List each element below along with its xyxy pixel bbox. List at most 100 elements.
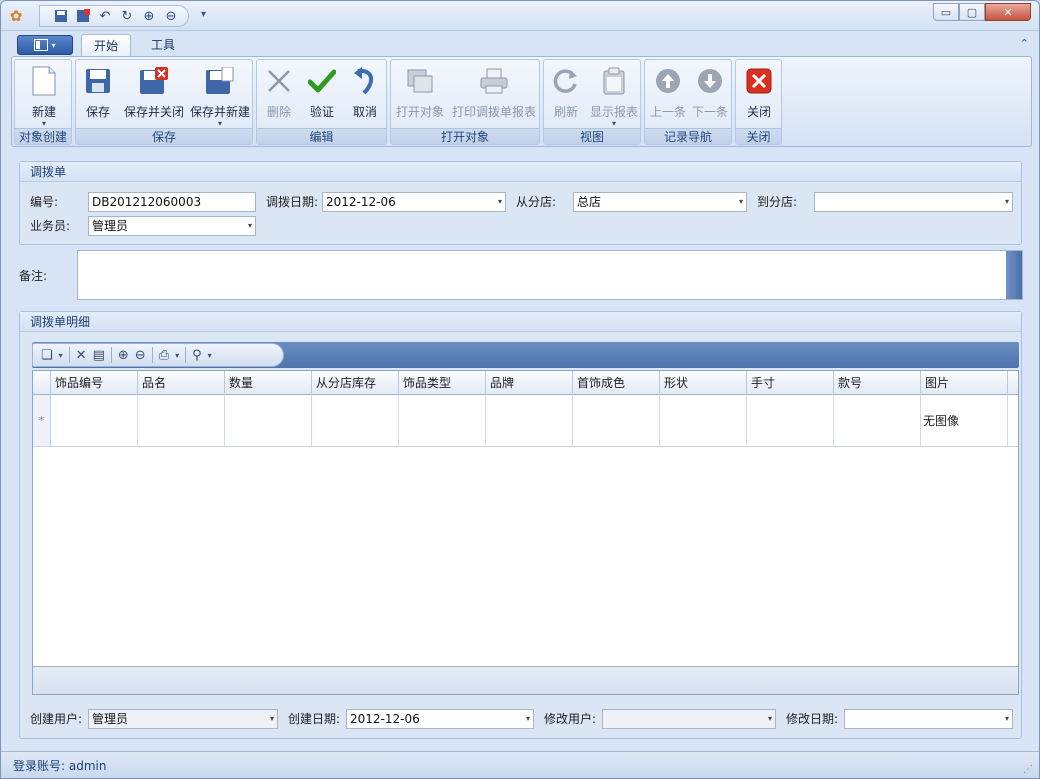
undo-icon[interactable]: ↶ bbox=[96, 7, 114, 25]
col-purity[interactable]: 首饰成色 bbox=[573, 371, 660, 395]
title-bar: ✿ ↶ ↻ ⊕ ⊖ ▾ ▭ ▢ ✕ bbox=[1, 1, 1039, 31]
window-controls: ▭ ▢ ✕ bbox=[933, 3, 1031, 21]
created-date-field[interactable]: 2012-12-06 ▾ bbox=[346, 709, 534, 729]
save-button[interactable]: 保存 bbox=[78, 63, 118, 127]
app-gear-icon[interactable]: ✿ bbox=[7, 7, 25, 25]
save-close-icon[interactable] bbox=[74, 7, 92, 25]
grid-header: 饰品编号 品名 数量 从分店库存 饰品类型 品牌 首饰成色 形状 手寸 款号 图… bbox=[33, 371, 1018, 395]
resize-grip-icon[interactable]: ⋰ bbox=[1023, 764, 1033, 775]
validate-button[interactable]: 验证 bbox=[302, 63, 342, 127]
from-store-select[interactable]: 总店 ▾ bbox=[573, 192, 747, 212]
grid-print-dropdown-icon[interactable]: ▾ bbox=[175, 351, 179, 360]
ribbon-collapse-icon[interactable]: ⌃ bbox=[1020, 37, 1029, 50]
arrow-down-circle-icon bbox=[694, 65, 726, 97]
show-report-dropdown-arrow: ▾ bbox=[611, 119, 616, 128]
chevron-down-icon: ▾ bbox=[247, 221, 252, 230]
to-store-label: 到分店: bbox=[757, 195, 798, 209]
open-object-button[interactable]: 打开对象 bbox=[393, 63, 447, 127]
tab-tools[interactable]: 工具 bbox=[139, 34, 187, 57]
col-quantity[interactable]: 数量 bbox=[225, 371, 312, 395]
remark-scrollbar[interactable] bbox=[1006, 251, 1022, 299]
col-from-stock[interactable]: 从分店库存 bbox=[312, 371, 399, 395]
grid-up-icon[interactable]: ⊕ bbox=[118, 348, 129, 363]
to-store-select[interactable]: ▾ bbox=[814, 192, 1013, 212]
number-label: 编号: bbox=[30, 195, 59, 209]
refresh-icon bbox=[550, 65, 582, 97]
grid-search-dropdown-icon[interactable]: ▾ bbox=[208, 351, 212, 360]
col-ornament-type[interactable]: 饰品类型 bbox=[399, 371, 486, 395]
grid-down-icon[interactable]: ⊖ bbox=[135, 348, 146, 363]
close-window-button[interactable]: ✕ bbox=[985, 3, 1031, 21]
modified-date-field[interactable]: ▾ bbox=[844, 709, 1013, 729]
details-grid: 饰品编号 品名 数量 从分店库存 饰品类型 品牌 首饰成色 形状 手寸 款号 图… bbox=[32, 370, 1019, 695]
col-image[interactable]: 图片 bbox=[921, 371, 1008, 395]
table-row[interactable]: 无图像 bbox=[33, 395, 1018, 447]
status-bar: 登录账号: admin ⋰ bbox=[1, 751, 1039, 778]
group-edit: 删除 验证 取消 编辑 bbox=[256, 59, 387, 145]
content-area: 调拨单 编号: DB201212060003 调拨日期: 2012-12-06 ▾… bbox=[11, 151, 1032, 749]
undo-arrow-icon bbox=[349, 65, 381, 97]
modifier-label: 修改用户: bbox=[544, 712, 597, 726]
created-date-label: 创建日期: bbox=[288, 712, 341, 726]
up-icon[interactable]: ⊕ bbox=[140, 7, 158, 25]
app-menu-button[interactable]: ▾ bbox=[17, 35, 73, 55]
refresh-button[interactable]: 刷新 bbox=[546, 63, 586, 127]
chevron-down-icon: ▾ bbox=[1004, 714, 1009, 723]
remark-label: 备注: bbox=[19, 269, 48, 283]
prev-record-button[interactable]: 上一条 bbox=[647, 63, 689, 127]
col-size[interactable]: 手寸 bbox=[747, 371, 834, 395]
qat-customize-icon[interactable]: ▾ bbox=[201, 9, 206, 20]
grid-new-dropdown-icon[interactable]: ▾ bbox=[59, 351, 63, 360]
close-button[interactable]: 关闭 bbox=[738, 63, 780, 127]
modified-date-label: 修改日期: bbox=[786, 712, 839, 726]
clipboard-icon bbox=[598, 65, 630, 97]
cancel-button[interactable]: 取消 bbox=[345, 63, 385, 127]
remark-textarea[interactable] bbox=[77, 250, 1023, 300]
creator-field[interactable]: 管理员 ▾ bbox=[88, 709, 278, 729]
print-report-button[interactable]: 打印调拨单报表 bbox=[449, 63, 539, 127]
minimize-button[interactable]: ▭ bbox=[933, 3, 959, 21]
grid-search-icon[interactable]: ⚲ bbox=[192, 348, 202, 363]
group-object-create: 新建 ▾ 对象创建 bbox=[14, 59, 72, 145]
details-panel-title: 调拨单明细 bbox=[20, 312, 1021, 332]
creator-label: 创建用户: bbox=[30, 712, 83, 726]
group-view: 刷新 显示报表 ▾ 视图 bbox=[543, 59, 641, 145]
save-icon[interactable] bbox=[52, 7, 70, 25]
transfer-date-picker[interactable]: 2012-12-06 ▾ bbox=[322, 192, 506, 212]
image-cell[interactable]: 无图像 bbox=[921, 395, 1008, 447]
down-icon[interactable]: ⊖ bbox=[162, 7, 180, 25]
transfer-date-label: 调拨日期: bbox=[266, 195, 319, 209]
delete-button[interactable]: 删除 bbox=[259, 63, 299, 127]
show-report-button[interactable]: 显示报表 ▾ bbox=[588, 63, 640, 128]
group-open-object: 打开对象 打印调拨单报表 打开对象 bbox=[390, 59, 540, 145]
col-shape[interactable]: 形状 bbox=[660, 371, 747, 395]
col-ornament-code[interactable]: 饰品编号 bbox=[51, 371, 138, 395]
floppy-new-icon bbox=[204, 65, 236, 97]
col-style-no[interactable]: 款号 bbox=[834, 371, 921, 395]
salesperson-select[interactable]: 管理员 ▾ bbox=[88, 216, 256, 236]
next-record-button[interactable]: 下一条 bbox=[689, 63, 731, 127]
new-dropdown-arrow: ▾ bbox=[41, 119, 46, 128]
save-new-button[interactable]: 保存并新建 ▾ bbox=[188, 63, 252, 128]
save-close-button[interactable]: 保存并关闭 bbox=[122, 63, 186, 127]
new-document-icon bbox=[28, 65, 60, 97]
quick-access-toolbar: ↶ ↻ ⊕ ⊖ bbox=[39, 5, 189, 27]
modifier-field[interactable]: ▾ bbox=[602, 709, 776, 729]
grid-new-icon[interactable]: ❏ bbox=[41, 348, 53, 363]
new-button[interactable]: 新建 ▾ bbox=[19, 63, 69, 128]
chevron-down-icon: ▾ bbox=[1004, 197, 1009, 206]
floppy-icon bbox=[82, 65, 114, 97]
grid-print-icon[interactable]: ⎙ bbox=[159, 348, 169, 363]
tab-start[interactable]: 开始 bbox=[81, 34, 132, 57]
col-name[interactable]: 品名 bbox=[138, 371, 225, 395]
redo-icon[interactable]: ↻ bbox=[118, 7, 136, 25]
col-brand[interactable]: 品牌 bbox=[486, 371, 573, 395]
grid-footer bbox=[33, 666, 1018, 694]
chevron-down-icon: ▾ bbox=[767, 714, 772, 723]
chevron-down-icon: ▾ bbox=[269, 714, 274, 723]
number-input[interactable]: DB201212060003 bbox=[88, 192, 256, 212]
grid-copy-icon[interactable]: ▤ bbox=[93, 348, 105, 363]
arrow-up-circle-icon bbox=[652, 65, 684, 97]
grid-delete-icon[interactable]: ✕ bbox=[76, 348, 87, 363]
maximize-button[interactable]: ▢ bbox=[959, 3, 985, 21]
